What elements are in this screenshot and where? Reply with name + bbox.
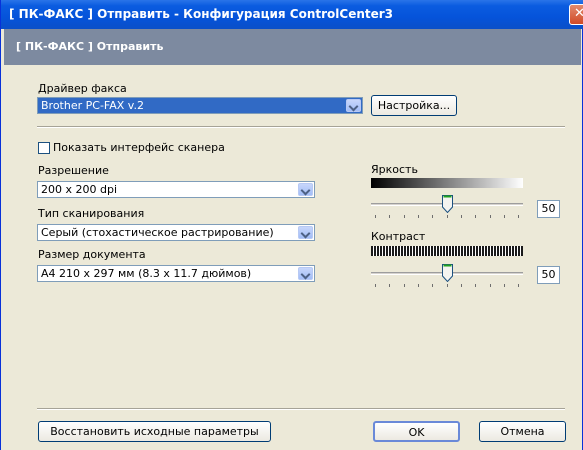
separator (37, 408, 565, 410)
dialog-window: [ ПК-ФАКС ] Отправить - Конфигурация Con… (0, 0, 583, 450)
brightness-value[interactable]: 50 (537, 200, 560, 218)
setup-button[interactable]: Настройка... (371, 95, 457, 116)
scan-type-label: Тип сканирования (38, 207, 145, 220)
brightness-ticks (371, 215, 523, 218)
brightness-slider-thumb[interactable] (442, 195, 453, 213)
contrast-label: Контраст (371, 230, 426, 243)
window-title: [ ПК-ФАКС ] Отправить - Конфигурация Con… (9, 7, 394, 21)
resolution-value: 200 x 200 dpi (41, 183, 118, 196)
close-icon: ✕ (574, 6, 583, 21)
contrast-slider-thumb[interactable] (442, 264, 453, 282)
restore-defaults-button[interactable]: Восстановить исходные параметры (38, 421, 271, 442)
header-strip: [ ПК-ФАКС ] Отправить (4, 29, 581, 65)
close-button[interactable]: ✕ (569, 4, 583, 25)
chevron-down-icon[interactable] (346, 99, 361, 112)
resolution-label: Разрешение (38, 164, 109, 177)
title-bar[interactable]: [ ПК-ФАКС ] Отправить - Конфигурация Con… (1, 0, 583, 29)
fax-driver-value: Brother PC-FAX v.2 (41, 99, 144, 112)
chevron-down-icon[interactable] (298, 183, 313, 196)
cancel-button[interactable]: Отмена (479, 421, 566, 442)
scan-type-select[interactable]: Серый (стохастическое растрирование) (37, 224, 315, 241)
document-size-select[interactable]: A4 210 x 297 мм (8.3 x 11.7 дюймов) (37, 265, 315, 282)
brightness-label: Яркость (371, 163, 418, 176)
chevron-down-icon[interactable] (298, 226, 313, 239)
separator (37, 126, 565, 128)
brightness-gradient (371, 178, 523, 188)
show-scanner-ui-checkbox[interactable] (38, 142, 50, 154)
document-size-value: A4 210 x 297 мм (8.3 x 11.7 дюймов) (41, 267, 252, 280)
ok-button[interactable]: OK (373, 421, 460, 442)
fax-driver-select[interactable]: Brother PC-FAX v.2 (37, 97, 363, 114)
show-scanner-ui-label[interactable]: Показать интерфейс сканера (53, 141, 225, 154)
contrast-value[interactable]: 50 (537, 266, 560, 284)
section-header: [ ПК-ФАКС ] Отправить (16, 40, 164, 53)
contrast-pattern (371, 246, 523, 256)
fax-driver-label: Драйвер факса (38, 82, 127, 95)
document-size-label: Размер документа (38, 248, 146, 261)
contrast-ticks (371, 284, 523, 287)
chevron-down-icon[interactable] (298, 267, 313, 280)
scan-type-value: Серый (стохастическое растрирование) (41, 226, 274, 239)
resolution-select[interactable]: 200 x 200 dpi (37, 181, 315, 198)
